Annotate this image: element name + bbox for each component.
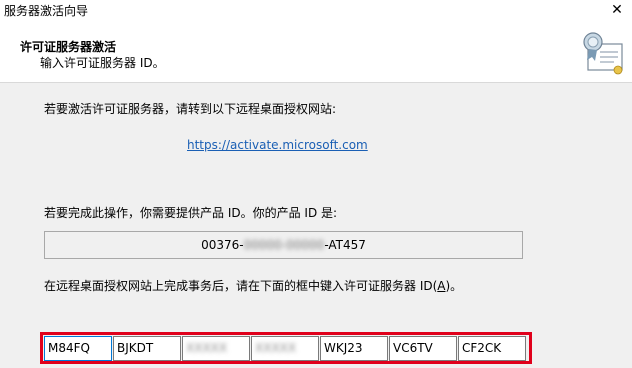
server-id-field-3[interactable]: XXXXX (182, 336, 250, 361)
certificate-icon (583, 32, 623, 75)
server-id-accelerator: A (437, 279, 446, 293)
product-id-value: 00376- 00000-00000 -AT457 (45, 232, 522, 258)
product-id-masked: 00000-00000 (243, 238, 325, 252)
wizard-body: 若要激活许可证服务器，请转到以下远程桌面授权网站: https://activa… (0, 83, 632, 368)
wizard-header: 许可证服务器激活 输入许可证服务器 ID。 (0, 20, 632, 83)
instruction-text: 若要激活许可证服务器，请转到以下远程桌面授权网站: (44, 102, 337, 116)
server-id-fields: M84FQ BJKDT XXXXX XXXXX WKJ23 VC6TV CF2C… (44, 336, 529, 361)
product-id-prompt: 若要完成此操作，你需要提供产品 ID。你的产品 ID 是: (44, 206, 338, 220)
title-bar: 服务器激活向导 ✕ (0, 0, 632, 20)
server-id-field-5[interactable]: WKJ23 (320, 336, 388, 361)
activation-link[interactable]: https://activate.microsoft.com (187, 138, 368, 152)
server-id-field-2[interactable]: BJKDT (113, 336, 181, 361)
product-id-suffix: -AT457 (324, 238, 366, 252)
page-subtitle: 输入许可证服务器 ID。 (40, 56, 165, 70)
server-id-field-4[interactable]: XXXXX (251, 336, 319, 361)
page-title: 许可证服务器激活 (20, 40, 117, 54)
close-button[interactable]: ✕ (608, 0, 626, 20)
server-id-field-1[interactable]: M84FQ (44, 336, 112, 361)
product-id-box: 00376- 00000-00000 -AT457 (44, 231, 523, 259)
product-id-prefix: 00376- (201, 238, 244, 252)
server-id-field-7[interactable]: CF2CK (458, 336, 526, 361)
server-id-prompt-text: 在远程桌面授权网站上完成事务后，请在下面的框中键入许可证服务器 ID( (44, 279, 438, 293)
server-id-field-6[interactable]: VC6TV (389, 336, 457, 361)
server-id-prompt-end: )。 (445, 279, 463, 293)
window-title: 服务器激活向导 (4, 4, 89, 18)
server-id-prompt: 在远程桌面授权网站上完成事务后，请在下面的框中键入许可证服务器 ID(A)。 (44, 277, 462, 294)
